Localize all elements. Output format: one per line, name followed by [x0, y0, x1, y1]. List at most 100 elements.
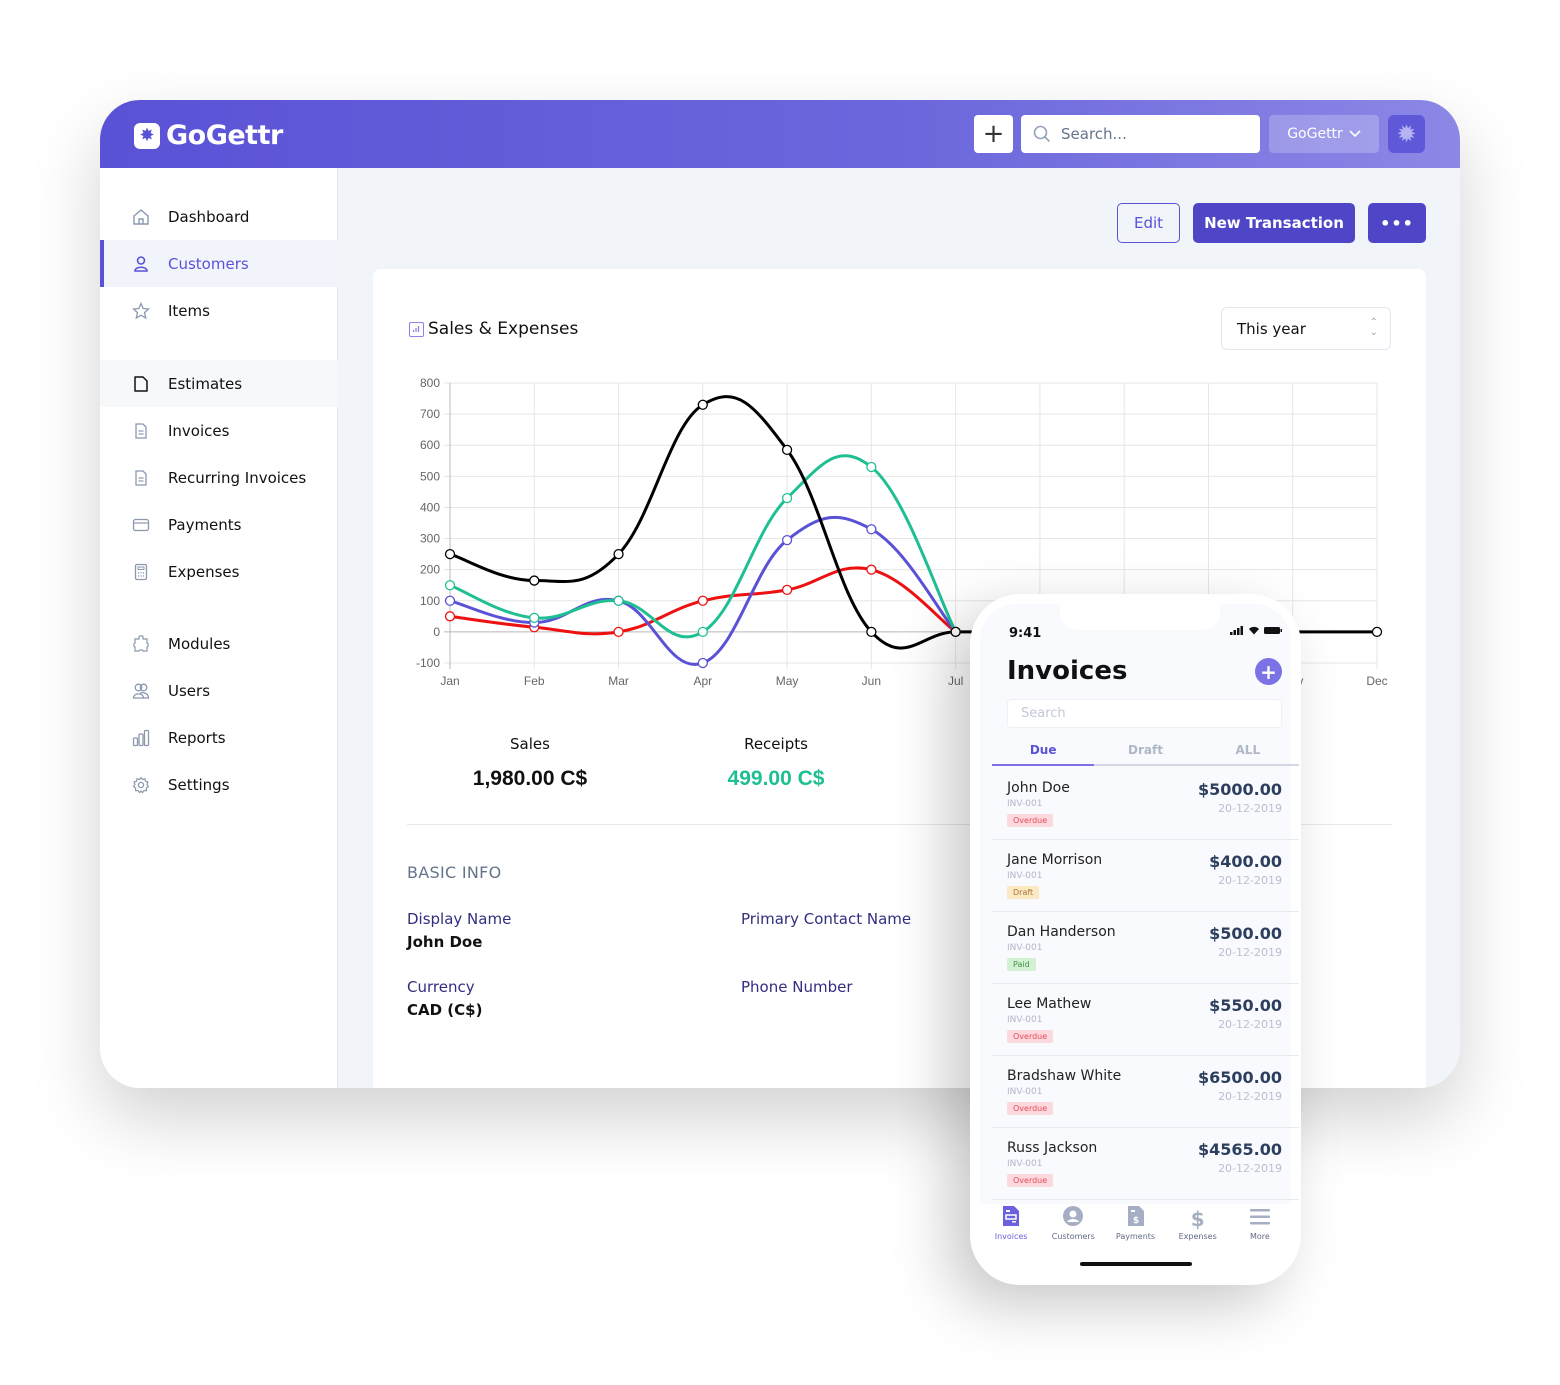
data-point	[613, 548, 624, 560]
sidebar-item-customers[interactable]: Customers	[100, 240, 338, 287]
y-tick-label: 300	[420, 532, 440, 546]
invoice-customer-name: Russ Jackson	[1007, 1140, 1098, 1156]
data-point	[697, 626, 708, 638]
data-point	[697, 657, 708, 669]
sidebar-item-label: Customers	[168, 254, 249, 273]
company-name: GoGettr	[1287, 126, 1343, 142]
credit-card-icon	[130, 514, 152, 536]
bottom-nav-label: Customers	[1051, 1232, 1095, 1241]
battery-icon	[1264, 627, 1283, 634]
sidebar-item-dashboard[interactable]: Dashboard	[100, 193, 338, 240]
sidebar-item-label: Payments	[168, 515, 242, 534]
calculator-icon	[130, 561, 152, 583]
sidebar-item-payments[interactable]: Payments	[100, 501, 338, 548]
search-box[interactable]	[1021, 115, 1260, 153]
status-badge: Overdue	[1007, 1174, 1054, 1187]
company-selector[interactable]: GoGettr	[1269, 115, 1379, 153]
field-display-name: Display Name John Doe	[407, 910, 511, 951]
sidebar-item-items[interactable]: Items	[100, 287, 338, 334]
new-transaction-button[interactable]: New Transaction	[1193, 203, 1355, 243]
tab-due[interactable]: Due	[992, 738, 1095, 766]
tab-all[interactable]: ALL	[1197, 738, 1299, 764]
y-tick-label: 600	[420, 438, 440, 452]
invoice-amount: $500.00	[1209, 924, 1282, 943]
stat-value: 1,980.00 C$	[472, 767, 588, 790]
add-button[interactable]: +	[974, 115, 1013, 153]
users-icon	[130, 680, 152, 702]
data-point	[697, 595, 708, 606]
sidebar-item-estimates[interactable]: Estimates	[100, 360, 338, 407]
avatar-star-icon: ✹	[1396, 120, 1417, 148]
field-label: Display Name	[407, 910, 512, 928]
invoice-list-item[interactable]: Russ Jackson INV-001 Overdue $4565.00 20-12-…	[992, 1128, 1299, 1200]
field-label: Primary Contact Name	[741, 910, 912, 928]
dollar-icon: $	[1190, 1207, 1205, 1231]
invoice-date: 20-12-2019	[1218, 946, 1282, 959]
data-point	[697, 399, 708, 410]
search-input[interactable]	[1061, 125, 1241, 143]
sidebar-item-label: Modules	[168, 634, 231, 653]
basic-info-title: BASIC INFO	[407, 863, 502, 882]
invoice-number: INV-001	[1007, 1159, 1043, 1169]
signal-icon	[1230, 626, 1243, 635]
invoice-amount: $550.00	[1209, 996, 1282, 1015]
bottom-nav-expenses[interactable]: $ Expenses	[1167, 1206, 1229, 1251]
x-tick-label: May	[776, 674, 799, 688]
data-point	[781, 444, 793, 456]
y-tick-label: 500	[420, 469, 440, 483]
invoice-list-item[interactable]: Bradshaw White INV-001 Overdue $6500.00 20-1…	[992, 1056, 1299, 1128]
invoice-number: INV-001	[1007, 871, 1043, 881]
status-icons	[1230, 626, 1283, 638]
bottom-nav-payments[interactable]: $ Payments	[1104, 1206, 1166, 1251]
add-invoice-button[interactable]: +	[1255, 658, 1282, 685]
stat-label: Sales	[510, 735, 550, 753]
invoice-number: INV-001	[1007, 1015, 1043, 1025]
invoice-list-item[interactable]: John Doe INV-001 Overdue $5000.00 20-12-2019	[992, 768, 1299, 840]
phone-search-input[interactable]: Search	[1007, 699, 1282, 728]
invoice-amount: $6500.00	[1197, 1068, 1282, 1087]
sidebar-item-modules[interactable]: Modules	[100, 620, 338, 667]
more-options-button[interactable]: •••	[1368, 203, 1426, 243]
invoice-customer-name: Jane Morrison	[1007, 852, 1103, 868]
bottom-nav-customers[interactable]: Customers	[1042, 1206, 1104, 1251]
receipt-dollar-icon: $	[1104, 1206, 1166, 1232]
home-indicator	[1080, 1262, 1192, 1266]
file-text-icon	[130, 467, 152, 489]
user-circle-icon	[1042, 1206, 1104, 1232]
sidebar-item-label: Users	[168, 681, 211, 700]
search-icon	[1033, 125, 1051, 143]
sidebar-item-expenses[interactable]: Expenses	[100, 548, 338, 595]
data-point	[613, 626, 624, 638]
invoice-list-item[interactable]: Lee Mathew INV-001 Overdue $550.00 20-12-201…	[992, 984, 1299, 1056]
stat-label: Receipts	[744, 735, 808, 753]
sidebar-item-users[interactable]: Users	[100, 667, 338, 714]
sidebar-item-label: Reports	[168, 728, 226, 747]
document-icon	[130, 373, 152, 395]
tab-draft[interactable]: Draft	[1094, 738, 1196, 764]
data-point	[529, 575, 540, 586]
avatar[interactable]: ✹	[1388, 115, 1425, 153]
sidebar-item-label: Settings	[168, 775, 230, 794]
bottom-nav-more[interactable]: More	[1229, 1206, 1291, 1251]
sidebar-item-settings[interactable]: Settings	[100, 761, 338, 808]
x-tick-label: Jan	[440, 674, 459, 688]
x-tick-label: Jul	[948, 674, 963, 688]
invoice-list-item[interactable]: Dan Handerson INV-001 Paid $500.00 20-12-201…	[992, 912, 1299, 984]
bar-chart-icon	[130, 727, 152, 749]
sidebar-item-recurring-invoices[interactable]: Recurring Invoices	[100, 454, 338, 501]
home-icon	[130, 206, 152, 228]
y-tick-label: 700	[420, 407, 440, 421]
sidebar-item-reports[interactable]: Reports	[100, 714, 338, 761]
sidebar-item-invoices[interactable]: Invoices	[100, 407, 338, 454]
invoice-date: 20-12-2019	[1218, 802, 1282, 815]
phone-search-placeholder: Search	[1021, 706, 1066, 721]
logo-star-icon: ✸	[134, 122, 160, 149]
logo[interactable]: ✸ GoGettr	[134, 120, 283, 151]
invoice-customer-name: Lee Mathew	[1007, 996, 1092, 1012]
bottom-nav-invoices[interactable]: Invoices	[980, 1206, 1042, 1251]
invoice-list-item[interactable]: Jane Morrison INV-001 Draft $400.00 20-12-20…	[992, 840, 1299, 912]
file-text-icon	[130, 420, 152, 442]
bottom-nav-label: More	[1249, 1232, 1270, 1241]
sidebar-item-label: Items	[168, 301, 210, 320]
edit-button[interactable]: Edit	[1117, 203, 1180, 243]
